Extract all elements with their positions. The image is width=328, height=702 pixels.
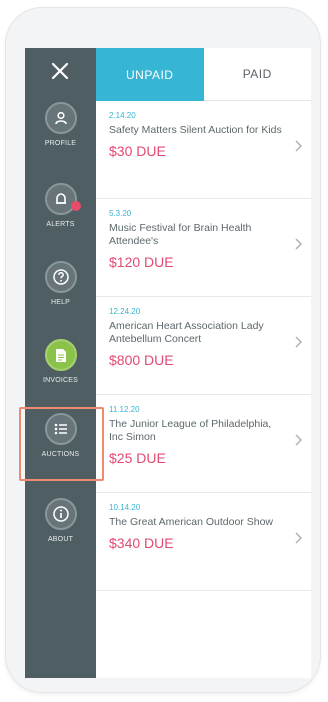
document-icon: [55, 348, 66, 362]
nav-circle-invoices: [44, 339, 77, 371]
nav-circle-profile: [44, 102, 77, 134]
invoice-row[interactable]: 5.3.20 Music Festival for Brain Health A…: [96, 199, 311, 297]
nav-circle-help: [44, 261, 77, 293]
invoice-date: 10.14.20: [109, 503, 141, 512]
info-icon: [52, 506, 69, 522]
chevron-right-icon: [293, 531, 303, 545]
nav-item-about[interactable]: ABOUT: [25, 498, 96, 568]
chevron-right-icon: [293, 433, 303, 447]
question-icon: [52, 269, 69, 285]
invoice-date: 12.24.20: [109, 307, 141, 316]
nav-label-alerts: ALERTS: [46, 221, 75, 228]
invoice-title: Safety Matters Silent Auction for Kids: [109, 124, 282, 136]
auctions-highlight-box: [19, 407, 104, 481]
invoice-amount: $30 DUE: [109, 143, 166, 159]
nav-item-profile[interactable]: PROFILE: [25, 102, 96, 172]
chevron-right-icon: [293, 237, 303, 251]
tab-unpaid[interactable]: UNPAID: [96, 48, 204, 101]
invoice-date: 2.14.20: [109, 111, 136, 120]
invoice-row[interactable]: 12.24.20 American Heart Association Lady…: [96, 297, 311, 395]
tab-bar: UNPAID PAID: [96, 48, 311, 101]
invoice-title: Music Festival for Brain Health Attendee…: [109, 222, 252, 247]
invoice-row[interactable]: 11.12.20 The Junior League of Philadelph…: [96, 395, 311, 493]
invoice-amount: $25 DUE: [109, 450, 166, 466]
invoice-date: 5.3.20: [109, 209, 132, 218]
sidebar: PROFILE ALERTS HELP INVOICES AUCTIONS AB…: [25, 48, 96, 678]
nav-label-about: ABOUT: [47, 536, 74, 543]
invoice-amount: $340 DUE: [109, 535, 174, 551]
nav-label-help: HELP: [50, 299, 71, 306]
invoice-row[interactable]: 2.14.20 Safety Matters Silent Auction fo…: [96, 101, 311, 199]
tab-paid[interactable]: PAID: [203, 48, 311, 101]
invoice-amount: $120 DUE: [109, 254, 174, 270]
phone-frame: PROFILE ALERTS HELP INVOICES AUCTIONS AB…: [6, 8, 320, 692]
invoice-title: American Heart Association Lady Antebell…: [109, 320, 264, 345]
chevron-right-icon: [293, 335, 303, 349]
invoice-date: 11.12.20: [109, 405, 140, 414]
nav-label-profile: PROFILE: [44, 140, 77, 147]
invoice-title: The Junior League of Philadelphia, Inc S…: [109, 418, 272, 443]
nav-item-help[interactable]: HELP: [25, 261, 96, 331]
nav-circle-alerts: [44, 183, 81, 215]
invoice-row[interactable]: 10.14.20 The Great American Outdoor Show…: [96, 493, 311, 591]
close-button[interactable]: [43, 54, 77, 88]
nav-item-alerts[interactable]: ALERTS: [25, 183, 96, 253]
invoice-list: 2.14.20 Safety Matters Silent Auction fo…: [96, 101, 311, 591]
nav-label-invoices: INVOICES: [42, 377, 79, 384]
chevron-right-icon: [293, 139, 303, 153]
nav-circle-about: [44, 498, 77, 530]
nav-item-invoices[interactable]: INVOICES: [25, 339, 96, 409]
bell-icon: [55, 192, 66, 204]
close-icon: [51, 62, 69, 80]
invoice-amount: $800 DUE: [109, 352, 174, 368]
app-screen: PROFILE ALERTS HELP INVOICES AUCTIONS AB…: [25, 48, 311, 678]
person-icon: [54, 111, 67, 125]
invoice-title: The Great American Outdoor Show: [109, 516, 273, 528]
alert-badge: [70, 201, 81, 211]
